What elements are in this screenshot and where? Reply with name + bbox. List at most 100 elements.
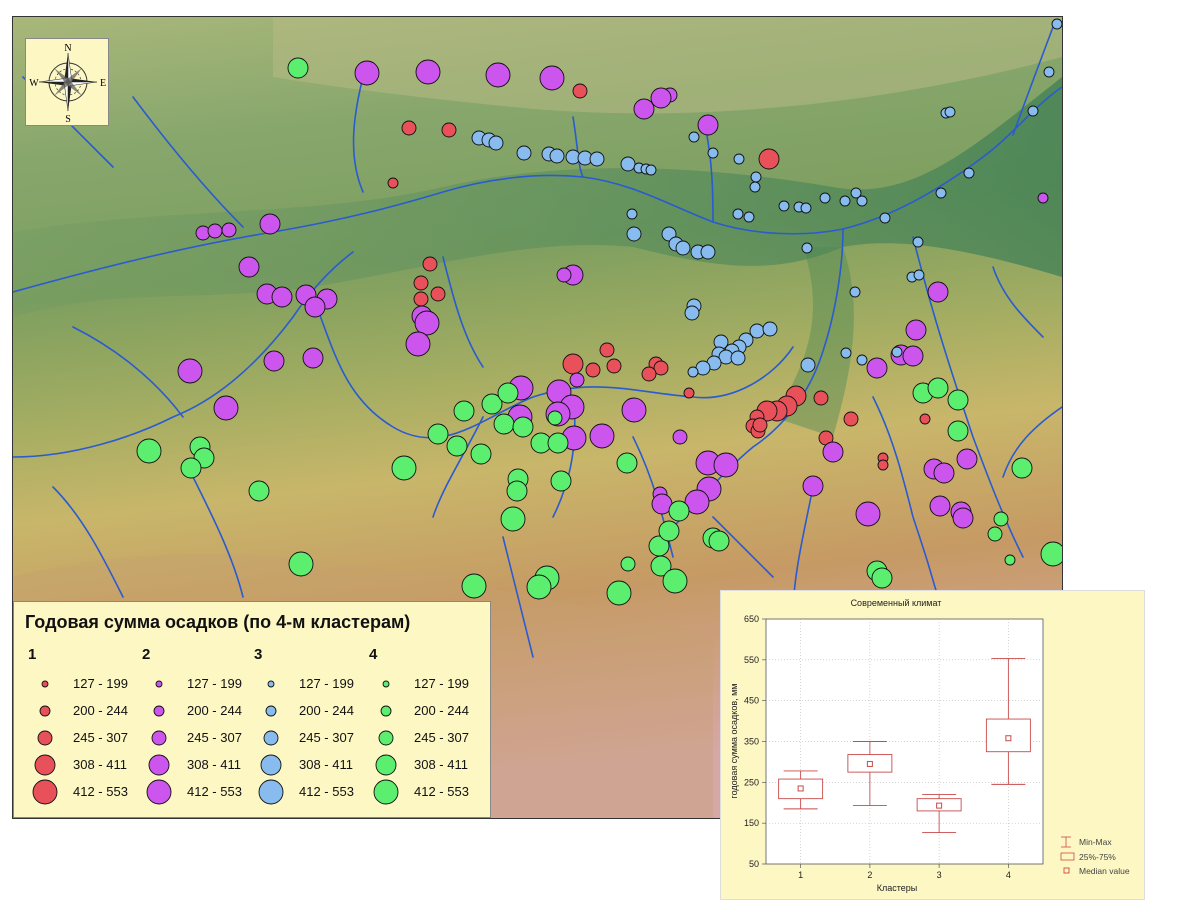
legend-symbol (34, 754, 56, 776)
legend-cluster-heading: 1 (28, 646, 37, 663)
compass-w-label: W (29, 78, 39, 89)
legend-class-label: 245 - 307 (187, 730, 242, 745)
station-marker-cluster4 (500, 506, 526, 532)
x-axis-label: Кластеры (877, 883, 918, 893)
station-marker-cluster1 (413, 291, 429, 307)
legend-symbol (375, 754, 397, 776)
station-marker-cluster3 (856, 354, 868, 366)
station-marker-cluster4 (993, 511, 1009, 527)
legend-row: 200 - 244 (142, 697, 257, 724)
station-marker-cluster4 (1004, 554, 1016, 566)
legend-symbol (41, 680, 49, 688)
station-marker-cluster1 (641, 366, 657, 382)
y-tick-label: 350 (744, 737, 759, 747)
legend-row: 308 - 411 (28, 751, 143, 778)
station-marker-cluster1 (758, 148, 780, 170)
station-marker-cluster4 (668, 500, 690, 522)
legend-class-label: 412 - 553 (299, 784, 354, 799)
legend-class-label: 127 - 199 (73, 676, 128, 691)
legend-symbol (267, 680, 275, 688)
legend-row: 308 - 411 (254, 751, 369, 778)
legend-row: 412 - 553 (142, 778, 257, 805)
compass-s-label: S (65, 114, 71, 125)
station-marker-cluster4 (616, 452, 638, 474)
legend-class-label: 308 - 411 (299, 757, 353, 772)
station-marker-cluster1 (585, 362, 601, 378)
legend-row: 245 - 307 (142, 724, 257, 751)
station-marker-cluster4 (1040, 541, 1062, 567)
station-marker-cluster3 (801, 242, 813, 254)
station-marker-cluster1 (813, 390, 829, 406)
legend-row: 200 - 244 (28, 697, 143, 724)
chart-legend: Min-Max 25%-75% Median value (1060, 836, 1130, 876)
station-marker-cluster2 (556, 267, 572, 283)
station-marker-cluster2 (672, 429, 688, 445)
station-marker-cluster3 (684, 305, 700, 321)
legend-row: 200 - 244 (369, 697, 484, 724)
legend-class-label: 245 - 307 (73, 730, 128, 745)
legend-symbol (153, 705, 165, 717)
legend-symbol (382, 680, 390, 688)
station-marker-cluster4 (526, 574, 552, 600)
legend-symbol (151, 730, 167, 746)
legend-symbol (155, 680, 163, 688)
station-marker-cluster3 (687, 366, 699, 378)
legend-symbol (146, 779, 172, 805)
legend-class-label: 245 - 307 (299, 730, 354, 745)
station-marker-cluster4 (497, 382, 519, 404)
legend-minmax-label: Min-Max (1079, 837, 1112, 847)
legend-class-label: 200 - 244 (299, 703, 354, 718)
legend-row: 127 - 199 (28, 670, 143, 697)
station-marker-cluster2 (302, 347, 324, 369)
station-marker-cluster3 (626, 226, 642, 242)
station-marker-cluster3 (800, 357, 816, 373)
legend-symbol (378, 730, 394, 746)
station-marker-cluster3 (819, 192, 831, 204)
station-marker-cluster2 (405, 331, 431, 357)
legend-class-label: 127 - 199 (414, 676, 469, 691)
station-marker-cluster2 (354, 60, 380, 86)
station-marker-cluster3 (589, 151, 605, 167)
legend-cluster-heading: 2 (142, 646, 151, 663)
legend-row: 127 - 199 (369, 670, 484, 697)
station-marker-cluster2 (905, 319, 927, 341)
legend-median-symbol (1063, 867, 1070, 874)
station-marker-cluster2 (539, 65, 565, 91)
station-marker-cluster2 (259, 213, 281, 235)
legend-iqr-label: 25%-75% (1079, 852, 1116, 862)
station-marker-cluster2 (697, 114, 719, 136)
station-marker-cluster3 (762, 321, 778, 337)
station-marker-cluster1 (387, 177, 399, 189)
station-marker-cluster2 (621, 397, 647, 423)
station-marker-cluster1 (562, 353, 584, 375)
map-legend: Годовая сумма осадков (по 4-м кластерам)… (13, 601, 491, 818)
legend-median-label: Median value (1079, 866, 1130, 876)
legend-class-label: 245 - 307 (414, 730, 469, 745)
station-marker-cluster3 (935, 187, 947, 199)
legend-row: 245 - 307 (369, 724, 484, 751)
station-marker-cluster2 (207, 223, 223, 239)
x-tick-label: 4 (1006, 870, 1011, 880)
legend-class-label: 127 - 199 (299, 676, 354, 691)
station-marker-cluster4 (547, 410, 563, 426)
median-marker (936, 802, 943, 809)
station-marker-cluster2 (213, 395, 239, 421)
station-marker-cluster2 (633, 98, 655, 120)
station-marker-cluster2 (866, 357, 888, 379)
station-marker-cluster3 (1043, 66, 1055, 78)
legend-row: 412 - 553 (369, 778, 484, 805)
station-marker-cluster2 (177, 358, 203, 384)
legend-row: 127 - 199 (142, 670, 257, 697)
station-marker-cluster4 (547, 432, 569, 454)
legend-class-label: 308 - 411 (73, 757, 127, 772)
legend-row: 127 - 199 (254, 670, 369, 697)
legend-class-label: 200 - 244 (414, 703, 469, 718)
station-marker-cluster3 (688, 131, 700, 143)
station-marker-cluster2 (822, 441, 844, 463)
station-marker-cluster3 (730, 350, 746, 366)
legend-title: Годовая сумма осадков (по 4-м кластерам) (25, 612, 411, 632)
station-marker-cluster2 (415, 59, 441, 85)
legend-row: 412 - 553 (254, 778, 369, 805)
x-tick-label: 3 (937, 870, 942, 880)
legend-class-label: 308 - 411 (187, 757, 241, 772)
